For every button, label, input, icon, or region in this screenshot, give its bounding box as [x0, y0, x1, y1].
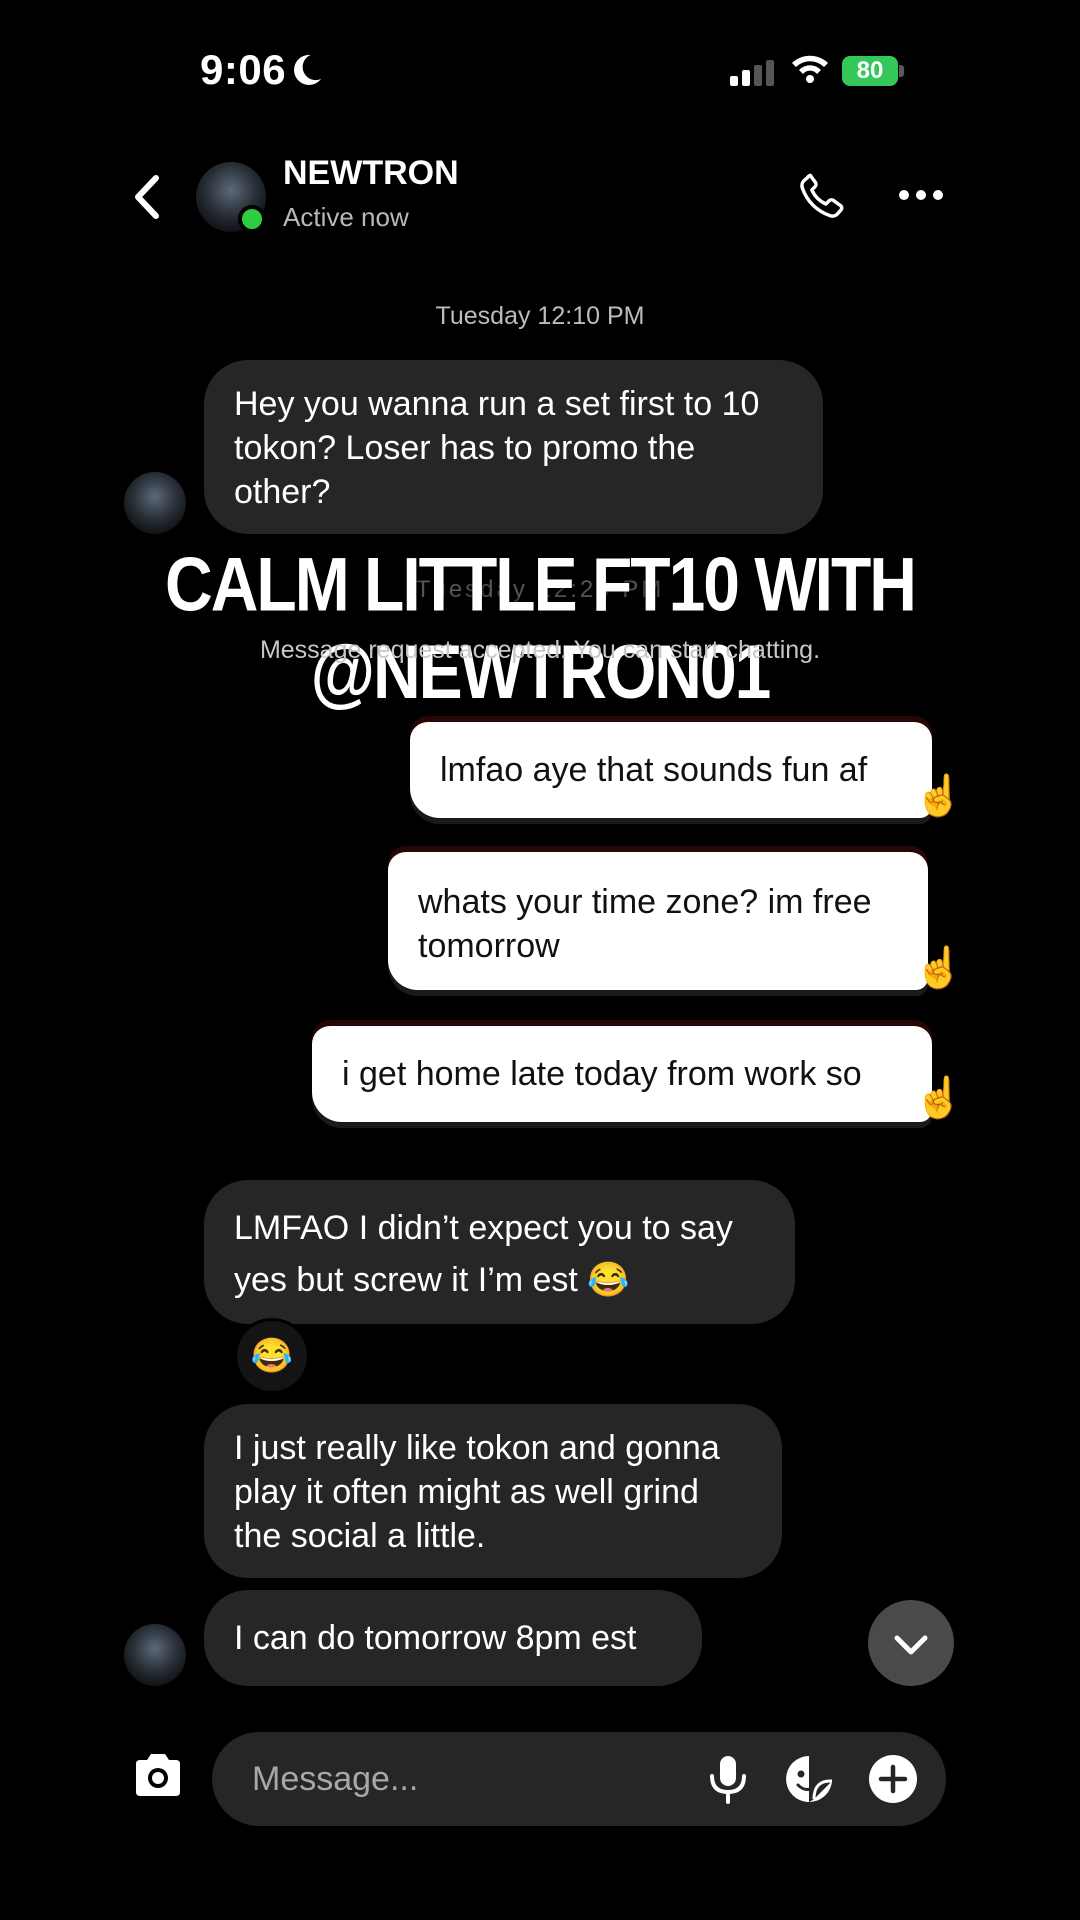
battery-cap [899, 65, 904, 77]
wifi-icon [790, 52, 830, 89]
more-options-icon[interactable] [898, 188, 944, 206]
battery-indicator: 80 [842, 56, 898, 86]
pointing-hand-icon: ☝ [914, 946, 964, 990]
message-incoming[interactable]: Hey you wanna run a set first to 10 toko… [204, 360, 823, 534]
scroll-to-bottom-button[interactable] [868, 1600, 954, 1686]
back-button[interactable] [128, 172, 164, 227]
add-plus-icon[interactable] [868, 1754, 918, 1809]
message-incoming[interactable]: I can do tomorrow 8pm est [204, 1590, 702, 1686]
sender-avatar[interactable] [124, 472, 186, 534]
message-outgoing[interactable]: lmfao aye that sounds fun af [410, 722, 932, 818]
cellular-signal-icon [730, 60, 774, 91]
message-input[interactable]: Message... [252, 1760, 418, 1799]
moon-icon [288, 52, 324, 93]
pointing-hand-icon: ☝ [914, 1076, 964, 1120]
message-incoming[interactable]: I just really like tokon and gonna play … [204, 1404, 782, 1578]
message-reaction[interactable]: 😂 [234, 1318, 310, 1394]
phone-call-icon[interactable] [796, 170, 848, 227]
camera-icon[interactable] [132, 1752, 184, 1803]
contact-name[interactable]: NEWTRON [283, 154, 459, 193]
request-accepted-notice: Message request accepted. You can start … [259, 636, 821, 664]
sticker-icon[interactable] [784, 1754, 834, 1809]
message-outgoing[interactable]: whats your time zone? im free tomorrow [388, 852, 928, 990]
sender-avatar[interactable] [124, 1624, 186, 1686]
online-status-dot [238, 205, 266, 233]
status-time: 9:06 [200, 46, 287, 93]
message-outgoing[interactable]: i get home late today from work so [312, 1026, 932, 1122]
video-caption-overlay: CALM LITTLE FT10 WITH @NEWTRON01 [165, 541, 917, 715]
contact-active-status: Active now [283, 202, 409, 232]
pointing-hand-icon: ☝ [914, 774, 964, 818]
chat-timestamp: Tuesday 12:10 PM [435, 302, 645, 330]
microphone-icon[interactable] [706, 1754, 750, 1809]
message-incoming[interactable]: LMFAO I didn’t expect you to say yes but… [204, 1180, 795, 1324]
